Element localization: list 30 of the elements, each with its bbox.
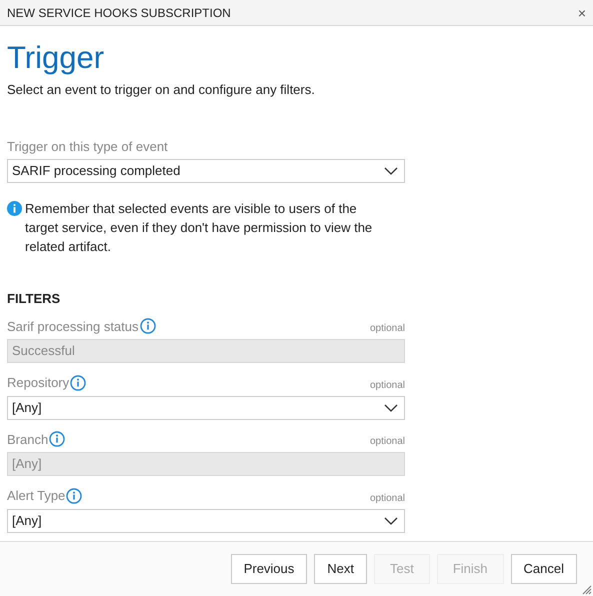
optional-label: optional xyxy=(370,378,405,392)
footer-button[interactable]: Cancel xyxy=(510,554,577,584)
chevron-down-icon xyxy=(384,167,398,175)
field-label: Repository xyxy=(7,374,70,392)
info-icon[interactable] xyxy=(49,431,66,448)
page-heading: Trigger xyxy=(7,40,106,76)
section-heading: FILTERS xyxy=(7,290,62,308)
optional-label: optional xyxy=(370,492,405,506)
close-button[interactable]: × xyxy=(578,6,586,20)
field-label: Alert Type xyxy=(7,487,66,505)
info-icon[interactable] xyxy=(66,488,82,504)
window-title: NEW SERVICE HOOKS SUBSCRIPTION xyxy=(7,4,231,22)
field-label: Sarif processing status xyxy=(7,318,139,336)
filter-dropdown[interactable]: [Any] xyxy=(7,508,405,532)
event-dropdown[interactable]: SARIF processing completed xyxy=(7,159,405,183)
optional-label: optional xyxy=(370,322,405,336)
resize-grip-icon[interactable] xyxy=(582,585,592,595)
optional-label: optional xyxy=(370,435,405,449)
notice-text: Remember that selected events are visible to users of the target service, even if they don't have permission to view the related artifact. xyxy=(25,200,374,256)
footer-button[interactable]: Next xyxy=(314,554,367,584)
filter-dropdown[interactable]: [Any] xyxy=(7,396,405,420)
info-icon[interactable] xyxy=(70,374,86,391)
field-label: Branch xyxy=(7,430,48,448)
field-label: Trigger on this type of event xyxy=(7,138,169,156)
chevron-down-icon xyxy=(384,404,398,412)
page-subtitle: Select an event to trigger on and configure any filters. xyxy=(7,81,316,99)
chevron-down-icon xyxy=(384,516,398,524)
footer-button[interactable]: Previous xyxy=(230,554,308,584)
info-icon[interactable] xyxy=(140,318,156,334)
info-icon xyxy=(7,201,22,216)
